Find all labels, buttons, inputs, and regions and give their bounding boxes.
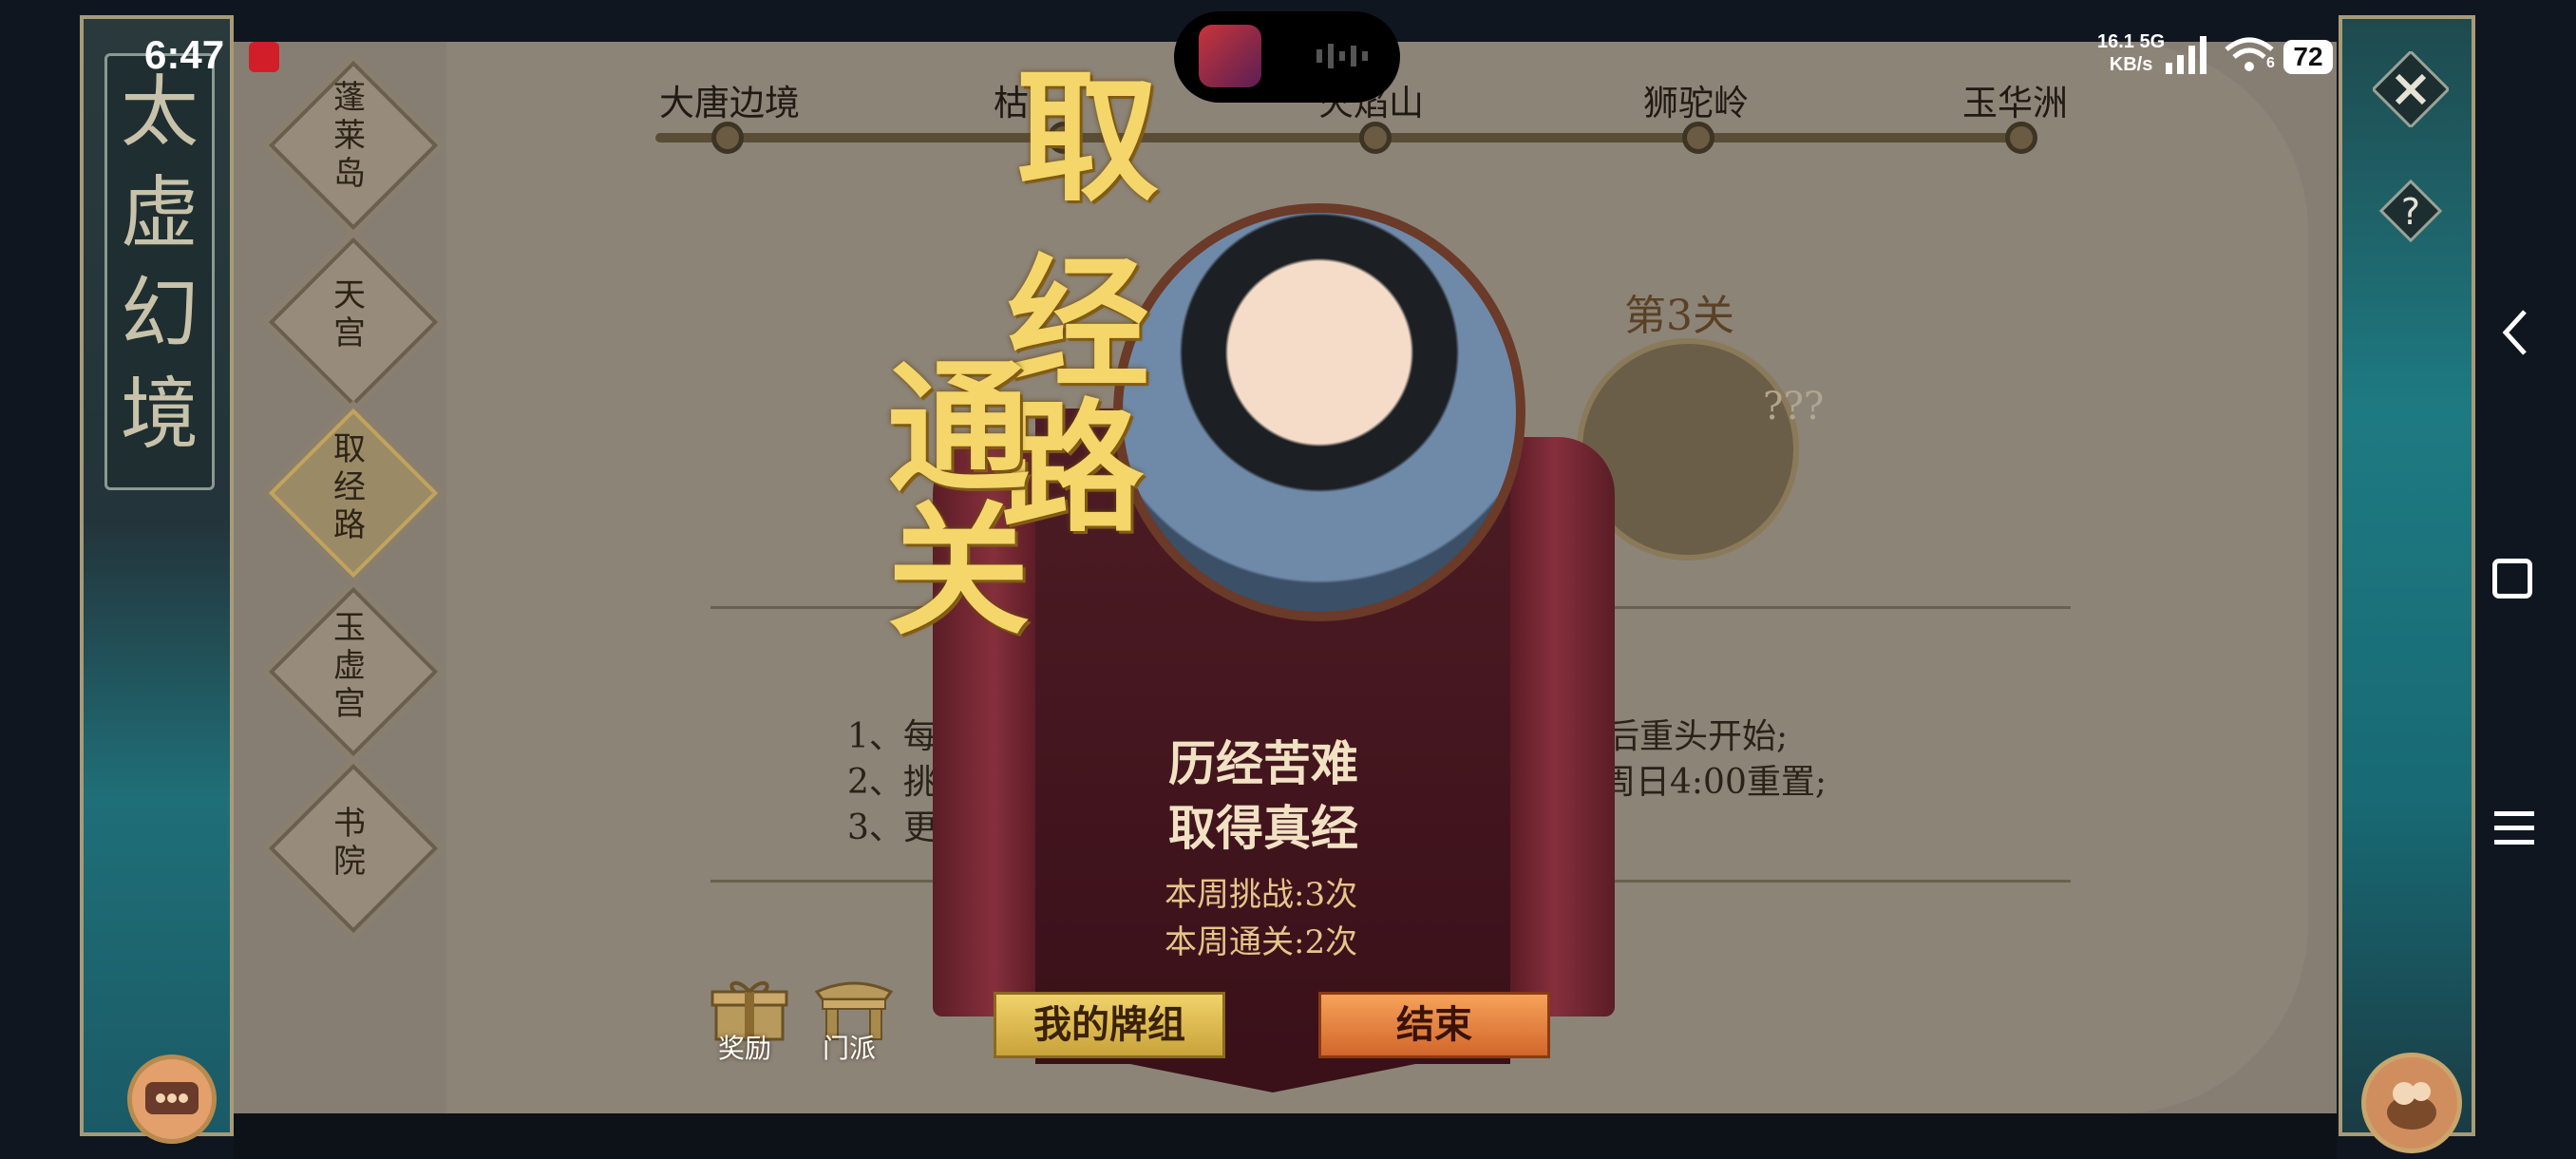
- realm-title-char: 幻: [120, 269, 199, 359]
- system-back-icon[interactable]: [2496, 304, 2534, 361]
- menu-char: 蓬: [333, 79, 366, 117]
- menu-char: 宫: [333, 314, 366, 352]
- chat-button[interactable]: [127, 1054, 217, 1144]
- menu-char: 路: [333, 506, 366, 544]
- calligraphy-char: 取: [1016, 54, 1160, 221]
- menu-char: 院: [333, 843, 366, 881]
- stage-label[interactable]: 大唐边境: [659, 74, 800, 125]
- menu-char: 岛: [333, 155, 366, 193]
- end-button[interactable]: 结束: [1318, 992, 1550, 1058]
- rule-1-end: 后重头开始;: [1605, 717, 1789, 756]
- chat-icon: [145, 1082, 199, 1114]
- menu-item-shuyuan[interactable]: 书 院: [321, 806, 378, 891]
- menu-char: 书: [333, 805, 366, 843]
- menu-item-yuxugong[interactable]: 玉 虚 宫: [321, 610, 378, 733]
- help-button[interactable]: ?: [2373, 177, 2449, 245]
- net-speed-unit: KB/s: [2109, 54, 2153, 75]
- realm-title-char: 太: [120, 67, 199, 158]
- weekly-clear-count: 本周通关:2次: [1165, 923, 1358, 961]
- banner-line-1: 历经苦难: [1168, 735, 1358, 791]
- battery-indicator: 72: [2283, 40, 2333, 74]
- stage-track: [655, 133, 2019, 142]
- stage-node[interactable]: [1682, 122, 1714, 154]
- calligraphy-char: 关: [887, 487, 1031, 655]
- stage-node[interactable]: [711, 122, 744, 154]
- reward-button[interactable]: 奖励: [709, 975, 790, 1063]
- menu-item-tiangong[interactable]: 天 宫: [321, 277, 378, 363]
- curtain-right: [1493, 437, 1615, 1016]
- svg-text:?: ?: [2401, 191, 2420, 233]
- stage-label[interactable]: 狮驼岭: [1643, 74, 1749, 125]
- audio-wave-icon: [1316, 44, 1368, 68]
- pet-button[interactable]: [2361, 1053, 2462, 1153]
- realm-title-char: 虚: [120, 168, 199, 258]
- signal-icon: [2166, 36, 2207, 74]
- stage-node[interactable]: [2005, 122, 2037, 154]
- my-deck-button[interactable]: 我的牌组: [994, 992, 1225, 1058]
- weekly-challenge-count: 本周挑战:3次: [1165, 876, 1358, 914]
- close-icon: [2371, 49, 2451, 129]
- menu-char: 玉: [333, 609, 366, 647]
- network-speed: 16.1 5G KB/s: [2097, 30, 2165, 76]
- system-home-icon[interactable]: [2492, 559, 2532, 598]
- faction-button[interactable]: 门派: [813, 975, 895, 1063]
- stage-label[interactable]: 玉华洲: [1962, 74, 2068, 125]
- realm-title-char: 境: [120, 370, 199, 460]
- realm-title: 太 虚 幻 境: [104, 53, 215, 490]
- menu-char: 经: [333, 468, 366, 506]
- faction-label: 门派: [823, 1034, 877, 1063]
- menu-char: 天: [333, 276, 366, 314]
- question-icon: ?: [2378, 179, 2443, 243]
- app-icon: [1199, 25, 1261, 87]
- hero-portrait: [1113, 203, 1525, 621]
- close-button[interactable]: [2371, 49, 2451, 129]
- clock: 6:47: [144, 32, 225, 77]
- notification-icon: [249, 42, 279, 72]
- bottom-strip: [234, 1113, 2337, 1159]
- menu-item-penglai[interactable]: 蓬 莱 岛: [321, 80, 378, 203]
- system-menu-icon[interactable]: [2492, 808, 2536, 849]
- net-speed-value: 16.1: [2097, 31, 2134, 52]
- menu-char: 虚: [333, 647, 366, 685]
- menu-char: 取: [333, 430, 366, 468]
- pet-icon: [2387, 1082, 2436, 1130]
- banner-line-2: 取得真经: [1168, 800, 1358, 856]
- stage3-unknown: ???: [1763, 386, 1824, 428]
- menu-char: 宫: [333, 685, 366, 723]
- menu-item-qujinglu[interactable]: 取 经 路: [321, 431, 378, 555]
- stage-node[interactable]: [1359, 122, 1392, 154]
- reward-label: 奖励: [718, 1034, 772, 1063]
- wifi-badge: 6: [2266, 55, 2275, 71]
- stage3-title: 第3关: [1624, 292, 1734, 340]
- net-type: 5G: [2139, 31, 2166, 52]
- menu-char: 莱: [333, 117, 366, 155]
